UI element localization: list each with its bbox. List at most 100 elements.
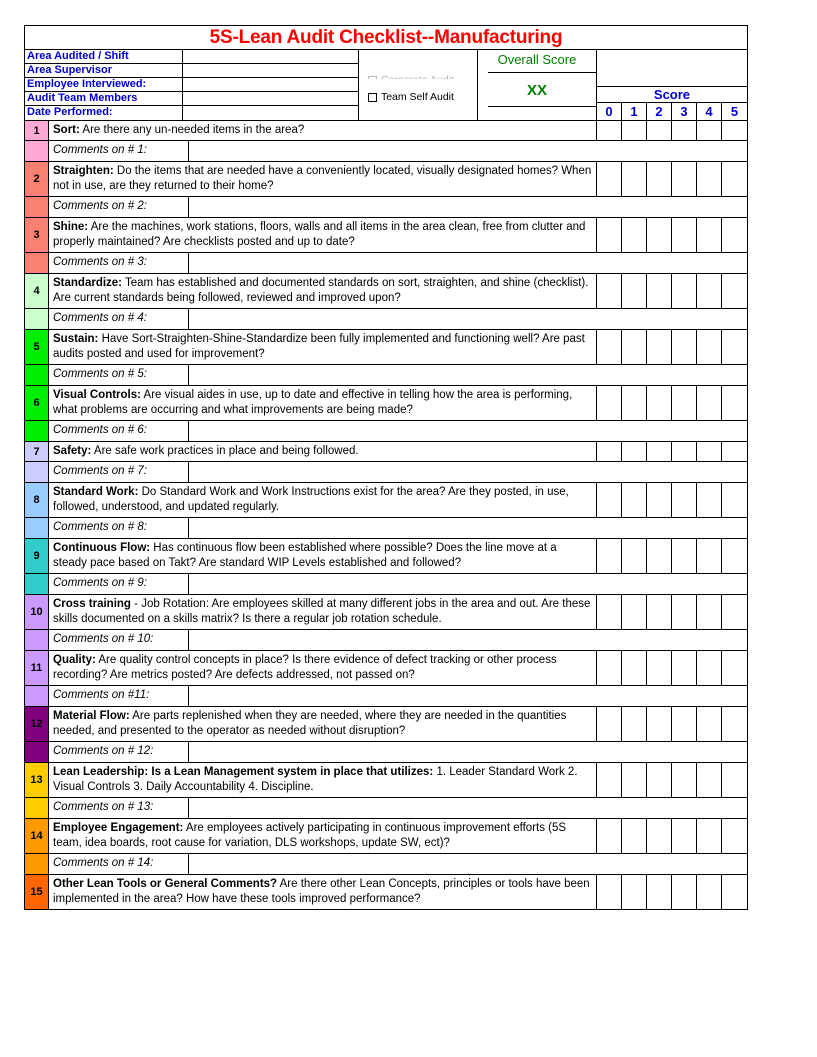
score-cell-2[interactable] (647, 483, 672, 517)
comment-input[interactable] (189, 518, 747, 538)
score-cell-0[interactable] (597, 651, 622, 685)
score-cell-0[interactable] (597, 442, 622, 461)
score-cell-4[interactable] (697, 483, 722, 517)
score-cell-2[interactable] (647, 707, 672, 741)
score-cell-2[interactable] (647, 274, 672, 308)
score-cell-4[interactable] (697, 819, 722, 853)
comment-input[interactable] (189, 574, 747, 594)
comment-input[interactable] (189, 141, 747, 161)
score-cell-2[interactable] (647, 330, 672, 364)
score-cell-3[interactable] (672, 162, 697, 196)
score-cell-0[interactable] (597, 539, 622, 573)
score-cell-3[interactable] (672, 651, 697, 685)
score-cell-3[interactable] (672, 819, 697, 853)
score-cell-3[interactable] (672, 121, 697, 140)
score-cell-4[interactable] (697, 442, 722, 461)
score-cell-2[interactable] (647, 386, 672, 420)
score-cell-2[interactable] (647, 442, 672, 461)
field-input-area-audited[interactable] (183, 50, 358, 63)
score-cell-3[interactable] (672, 763, 697, 797)
score-cell-0[interactable] (597, 162, 622, 196)
score-cell-2[interactable] (647, 595, 672, 629)
score-cell-3[interactable] (672, 539, 697, 573)
score-cell-0[interactable] (597, 595, 622, 629)
score-cell-2[interactable] (647, 539, 672, 573)
score-cell-4[interactable] (697, 707, 722, 741)
score-cell-3[interactable] (672, 595, 697, 629)
checkbox-corporate-audit[interactable]: Corporate Audit (367, 74, 454, 80)
score-cell-3[interactable] (672, 218, 697, 252)
comment-input[interactable] (189, 630, 747, 650)
comment-input[interactable] (189, 253, 747, 273)
score-cell-2[interactable] (647, 875, 672, 909)
score-cell-2[interactable] (647, 819, 672, 853)
score-cell-1[interactable] (622, 218, 647, 252)
score-cell-2[interactable] (647, 121, 672, 140)
score-cell-1[interactable] (622, 875, 647, 909)
score-cell-1[interactable] (622, 539, 647, 573)
score-cell-5[interactable] (722, 483, 747, 517)
score-cell-0[interactable] (597, 386, 622, 420)
score-cell-0[interactable] (597, 875, 622, 909)
score-cell-1[interactable] (622, 707, 647, 741)
score-cell-4[interactable] (697, 218, 722, 252)
score-cell-1[interactable] (622, 162, 647, 196)
comment-input[interactable] (189, 421, 747, 441)
score-cell-5[interactable] (722, 819, 747, 853)
score-cell-0[interactable] (597, 218, 622, 252)
score-cell-1[interactable] (622, 763, 647, 797)
score-cell-3[interactable] (672, 330, 697, 364)
score-cell-0[interactable] (597, 330, 622, 364)
score-cell-4[interactable] (697, 763, 722, 797)
score-cell-2[interactable] (647, 651, 672, 685)
score-cell-5[interactable] (722, 595, 747, 629)
score-cell-0[interactable] (597, 274, 622, 308)
score-cell-3[interactable] (672, 875, 697, 909)
score-cell-1[interactable] (622, 442, 647, 461)
score-cell-2[interactable] (647, 218, 672, 252)
comment-input[interactable] (189, 197, 747, 217)
comment-input[interactable] (189, 854, 747, 874)
score-cell-5[interactable] (722, 763, 747, 797)
score-cell-5[interactable] (722, 875, 747, 909)
comment-input[interactable] (189, 462, 747, 482)
field-input-area-supervisor[interactable] (183, 64, 358, 77)
score-cell-3[interactable] (672, 386, 697, 420)
score-cell-1[interactable] (622, 274, 647, 308)
score-cell-1[interactable] (622, 595, 647, 629)
field-input-audit-team-members[interactable] (183, 92, 358, 105)
score-cell-0[interactable] (597, 121, 622, 140)
score-cell-3[interactable] (672, 274, 697, 308)
score-cell-5[interactable] (722, 121, 747, 140)
score-cell-1[interactable] (622, 386, 647, 420)
score-cell-5[interactable] (722, 274, 747, 308)
score-cell-4[interactable] (697, 875, 722, 909)
score-cell-1[interactable] (622, 819, 647, 853)
score-cell-3[interactable] (672, 483, 697, 517)
comment-input[interactable] (189, 686, 747, 706)
score-cell-4[interactable] (697, 595, 722, 629)
score-cell-4[interactable] (697, 651, 722, 685)
score-cell-0[interactable] (597, 819, 622, 853)
score-cell-0[interactable] (597, 707, 622, 741)
checkbox-team-self-audit[interactable]: Team Self Audit (367, 91, 454, 103)
comment-input[interactable] (189, 798, 747, 818)
score-cell-0[interactable] (597, 763, 622, 797)
score-cell-2[interactable] (647, 162, 672, 196)
score-cell-5[interactable] (722, 651, 747, 685)
score-cell-4[interactable] (697, 330, 722, 364)
score-cell-4[interactable] (697, 162, 722, 196)
score-cell-3[interactable] (672, 707, 697, 741)
score-cell-5[interactable] (722, 539, 747, 573)
comment-input[interactable] (189, 365, 747, 385)
comment-input[interactable] (189, 742, 747, 762)
comment-input[interactable] (189, 309, 747, 329)
score-cell-0[interactable] (597, 483, 622, 517)
score-cell-5[interactable] (722, 162, 747, 196)
score-cell-5[interactable] (722, 442, 747, 461)
score-cell-3[interactable] (672, 442, 697, 461)
score-cell-4[interactable] (697, 121, 722, 140)
score-cell-4[interactable] (697, 274, 722, 308)
score-cell-2[interactable] (647, 763, 672, 797)
score-cell-4[interactable] (697, 539, 722, 573)
